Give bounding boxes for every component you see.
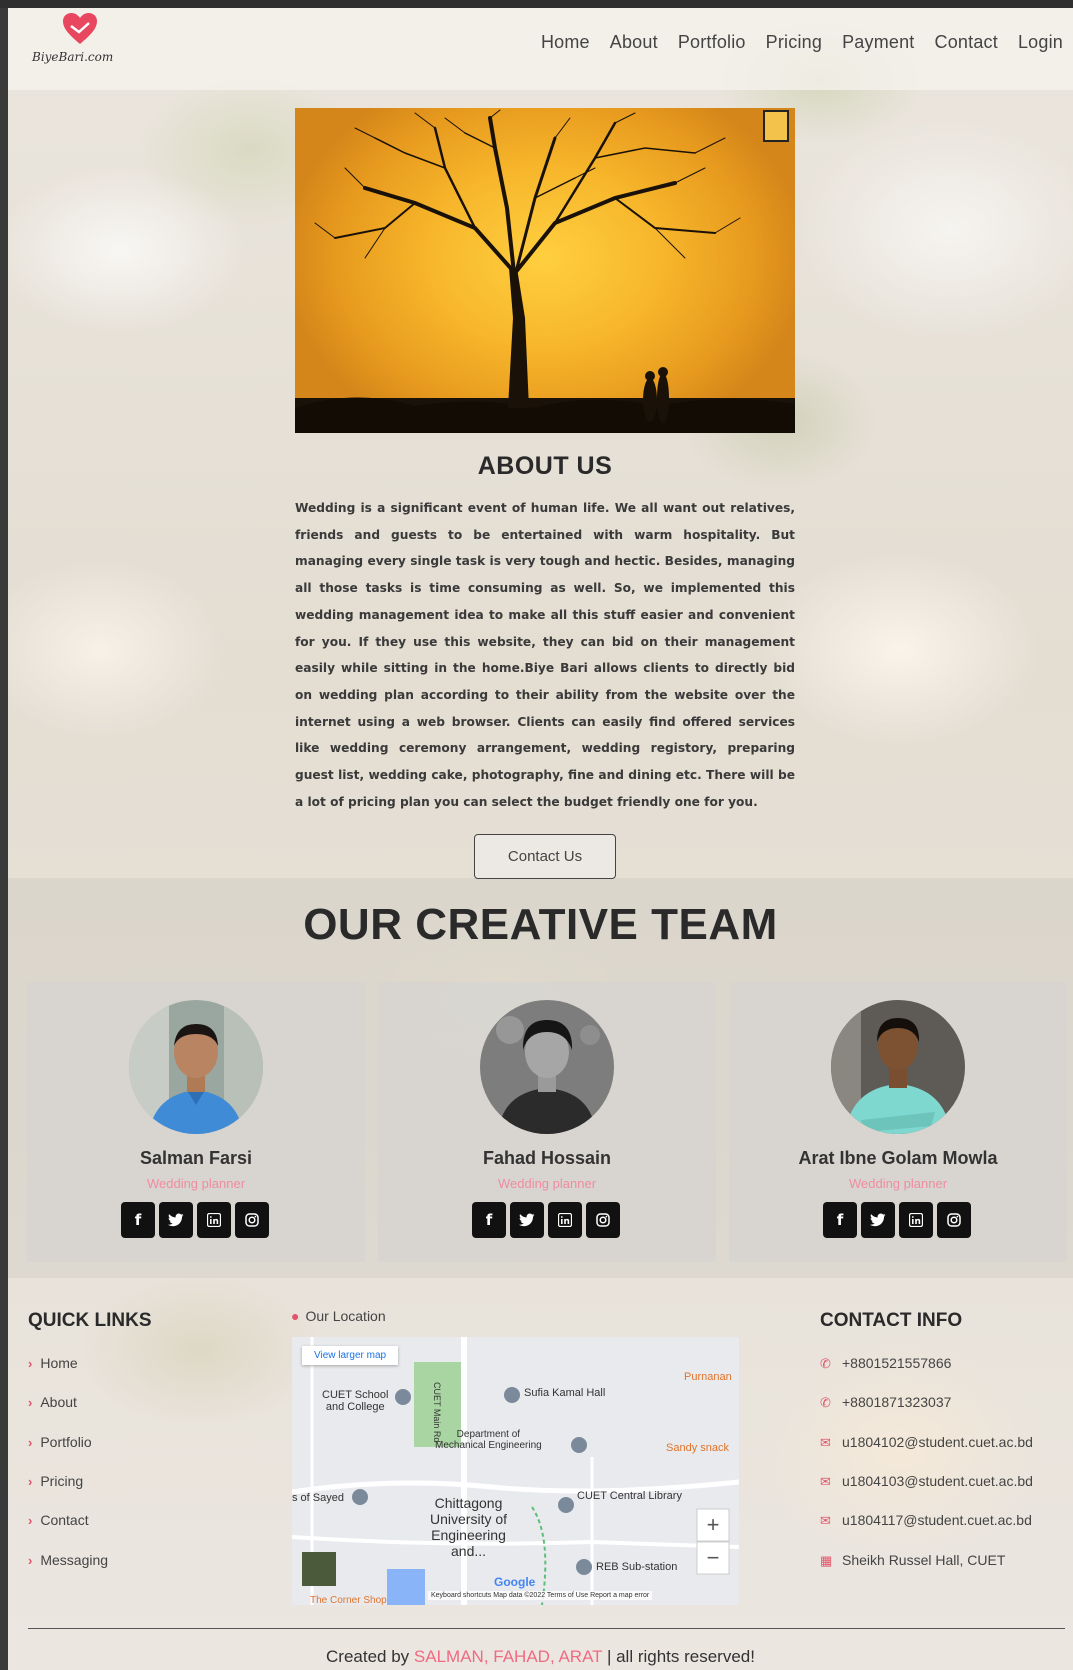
map-label: s of Sayed — [292, 1492, 344, 1504]
quick-link-contact[interactable]: › Contact — [28, 1512, 89, 1528]
site-header: BiyeBari.com Home About Portfolio Pricin… — [8, 8, 1073, 90]
avatar — [129, 1000, 263, 1134]
map-label: Chittagong University of Engineering and… — [430, 1495, 508, 1559]
main-nav: Home About Portfolio Pricing Payment Con… — [541, 32, 1063, 53]
map-label: Department of Mechanical Engineering — [435, 1429, 542, 1451]
facebook-icon[interactable]: f — [121, 1202, 155, 1238]
nav-login[interactable]: Login — [1018, 32, 1063, 53]
view-larger-map-link[interactable]: View larger map — [302, 1346, 399, 1365]
facebook-icon[interactable]: f — [472, 1202, 506, 1238]
quick-links-title: QUICK LINKS — [28, 1310, 152, 1331]
team-card-salman: Salman Farsi Wedding planner f — [27, 982, 365, 1262]
team-card-arat: Arat Ibne Golam Mowla Wedding planner f — [729, 982, 1067, 1262]
contact-email-2[interactable]: ✉ u1804103@student.cuet.ac.bd — [820, 1473, 1033, 1490]
team-title: OUR CREATIVE TEAM — [303, 900, 778, 949]
nav-home[interactable]: Home — [541, 32, 590, 53]
quick-link-about[interactable]: › About — [28, 1394, 77, 1410]
nav-portfolio[interactable]: Portfolio — [678, 32, 746, 53]
linkedin-icon[interactable] — [548, 1202, 582, 1238]
chevron-right-icon: › — [28, 1435, 33, 1450]
nav-contact[interactable]: Contact — [935, 32, 998, 53]
logo-stamp-icon — [763, 110, 789, 142]
quick-link-home[interactable]: › Home — [28, 1355, 78, 1371]
map-attribution[interactable]: Keyboard shortcuts Map data ©2022 Terms … — [428, 1591, 653, 1600]
map-icon: ▦ — [820, 1553, 833, 1568]
contact-email-1[interactable]: ✉ u1804102@student.cuet.ac.bd — [820, 1434, 1033, 1451]
member-name: Arat Ibne Golam Mowla — [798, 1148, 998, 1168]
copyright-text: Created by SALMAN, FAHAD, ARAT | all rig… — [326, 1647, 755, 1666]
logo-text: BiyeBari.com — [32, 50, 114, 64]
map-label: REB Sub-station — [596, 1561, 678, 1573]
about-title: ABOUT US — [477, 452, 613, 480]
avatar — [831, 1000, 965, 1134]
window-frame-left — [0, 0, 8, 1670]
map-label: Sandy snack — [666, 1442, 729, 1454]
nav-about[interactable]: About — [610, 32, 658, 53]
instagram-icon[interactable] — [586, 1202, 620, 1238]
window-frame-top — [0, 0, 1073, 8]
twitter-icon[interactable] — [159, 1202, 193, 1238]
nav-pricing[interactable]: Pricing — [766, 32, 822, 53]
social-links: f — [823, 1202, 971, 1238]
twitter-icon[interactable] — [510, 1202, 544, 1238]
about-paragraph: Wedding is a significant event of human … — [295, 501, 795, 809]
quick-link-messaging[interactable]: › Messaging — [28, 1552, 108, 1568]
member-role: Wedding planner — [146, 1176, 246, 1191]
map-label: CUET Central Library — [577, 1490, 682, 1502]
facebook-icon[interactable]: f — [823, 1202, 857, 1238]
member-name: Fahad Hossain — [482, 1148, 612, 1168]
social-links: f — [472, 1202, 620, 1238]
contact-phone-1[interactable]: ✆ +8801521557866 — [820, 1355, 951, 1372]
chevron-right-icon: › — [28, 1474, 33, 1489]
quick-link-portfolio[interactable]: › Portfolio — [28, 1434, 92, 1450]
heart-logo-icon — [63, 13, 97, 44]
linkedin-icon[interactable] — [899, 1202, 933, 1238]
map-label: The Corner Shop — [310, 1595, 387, 1605]
twitter-icon[interactable] — [861, 1202, 895, 1238]
contact-email-3[interactable]: ✉ u1804117@student.cuet.ac.bd — [820, 1512, 1032, 1529]
nav-payment[interactable]: Payment — [842, 32, 914, 53]
contact-phone-2[interactable]: ✆ +8801871323037 — [820, 1394, 951, 1411]
phone-icon: ✆ — [820, 1395, 831, 1410]
mail-icon: ✉ — [820, 1435, 831, 1450]
map-label: Purnanan — [684, 1371, 732, 1383]
site-logo[interactable]: BiyeBari.com — [32, 12, 122, 72]
contact-us-button[interactable]: Contact Us — [474, 834, 616, 879]
mail-icon: ✉ — [820, 1474, 831, 1489]
about-hero-image — [295, 108, 795, 433]
google-logo: Google — [494, 1575, 536, 1589]
map-label: Sufia Kamal Hall — [524, 1387, 606, 1399]
chevron-right-icon: › — [28, 1513, 33, 1528]
quick-link-pricing[interactable]: › Pricing — [28, 1473, 83, 1489]
member-role: Wedding planner — [497, 1176, 597, 1191]
linkedin-icon[interactable] — [197, 1202, 231, 1238]
member-role: Wedding planner — [848, 1176, 948, 1191]
embedded-map[interactable]: + − View larger map Purnanan CUET School… — [292, 1337, 739, 1605]
team-card-fahad: Fahad Hossain Wedding planner f — [378, 982, 716, 1262]
contact-address: ▦ Sheikh Russel Hall, CUET — [820, 1552, 1006, 1568]
chevron-right-icon: › — [28, 1553, 33, 1568]
phone-icon: ✆ — [820, 1356, 831, 1371]
avatar — [480, 1000, 614, 1134]
footer-divider — [28, 1628, 1065, 1629]
map-pin-icon: ● — [291, 1308, 300, 1324]
location-label: ● Our Location — [291, 1308, 386, 1324]
contact-info-title: CONTACT INFO — [820, 1310, 963, 1331]
chevron-right-icon: › — [28, 1356, 33, 1371]
member-name: Salman Farsi — [139, 1148, 253, 1168]
svg-text:−: − — [707, 1545, 720, 1570]
instagram-icon[interactable] — [937, 1202, 971, 1238]
svg-text:+: + — [707, 1512, 720, 1537]
author-names: SALMAN, FAHAD, ARAT — [413, 1647, 603, 1666]
mail-icon: ✉ — [820, 1513, 831, 1528]
social-links: f — [121, 1202, 269, 1238]
chevron-right-icon: › — [28, 1395, 33, 1410]
map-label: CUET School and College — [322, 1389, 389, 1413]
instagram-icon[interactable] — [235, 1202, 269, 1238]
